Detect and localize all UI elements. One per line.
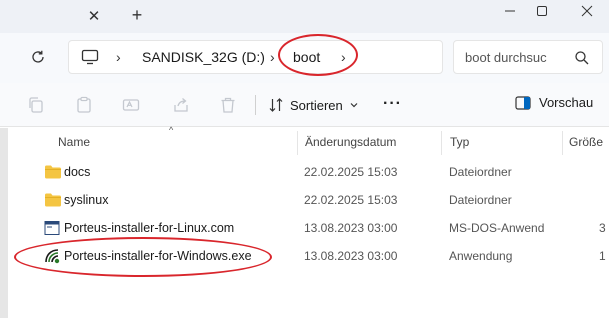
file-date: 22.02.2025 15:03 bbox=[304, 193, 398, 207]
file-date: 13.08.2023 03:00 bbox=[304, 221, 398, 235]
file-name: Porteus-installer-for-Linux.com bbox=[64, 221, 235, 235]
file-name: Porteus-installer-for-Windows.exe bbox=[64, 249, 252, 263]
file-row[interactable]: Porteus-installer-for-Linux.com 13.08.20… bbox=[30, 214, 609, 242]
address-bar[interactable]: › SANDISK_32G (D:) › boot › bbox=[68, 40, 443, 74]
chevron-right-icon[interactable]: › bbox=[341, 49, 346, 65]
copy-icon[interactable] bbox=[27, 96, 45, 114]
column-header-type[interactable]: Typ bbox=[450, 135, 469, 149]
column-divider[interactable] bbox=[297, 131, 298, 155]
folder-icon bbox=[45, 193, 61, 207]
chevron-down-icon bbox=[350, 103, 358, 108]
minimize-icon bbox=[505, 10, 515, 12]
file-size: 1 bbox=[599, 249, 606, 263]
chevron-right-icon: › bbox=[116, 49, 121, 65]
file-date: 13.08.2023 03:00 bbox=[304, 249, 398, 263]
title-bar: ✕ + bbox=[0, 0, 609, 33]
preview-button[interactable]: Vorschau bbox=[515, 95, 593, 110]
file-size: 3 bbox=[599, 221, 606, 235]
file-row[interactable]: Porteus-installer-for-Windows.exe 13.08.… bbox=[30, 242, 609, 270]
more-options-button[interactable]: ··· bbox=[383, 95, 402, 113]
monitor-icon bbox=[81, 49, 99, 70]
folder-icon bbox=[45, 165, 61, 179]
breadcrumb-boot[interactable]: boot bbox=[293, 49, 320, 65]
close-icon bbox=[581, 5, 593, 17]
file-name: syslinux bbox=[64, 193, 109, 207]
porteus-app-icon bbox=[45, 249, 60, 264]
rename-icon[interactable] bbox=[122, 96, 140, 114]
chevron-right-icon: › bbox=[270, 49, 275, 65]
toolbar-divider bbox=[255, 95, 256, 115]
window-close-button[interactable] bbox=[565, 0, 609, 22]
file-row[interactable]: docs 22.02.2025 15:03 Dateiordner bbox=[30, 158, 609, 186]
maximize-icon bbox=[537, 6, 547, 16]
file-date: 22.02.2025 15:03 bbox=[304, 165, 398, 179]
dos-app-icon bbox=[44, 221, 60, 235]
tab-close-button[interactable]: ✕ bbox=[83, 5, 105, 27]
sort-button[interactable]: Sortieren bbox=[268, 95, 359, 115]
search-icon bbox=[574, 50, 590, 71]
sort-icon bbox=[269, 98, 283, 112]
paste-icon[interactable] bbox=[75, 96, 93, 114]
file-type: Dateiordner bbox=[449, 165, 512, 179]
command-bar: Sortieren ··· Vorschau bbox=[0, 83, 609, 127]
column-header-name[interactable]: Name bbox=[58, 135, 90, 149]
column-divider[interactable] bbox=[441, 131, 442, 155]
delete-icon[interactable] bbox=[219, 96, 237, 114]
share-icon[interactable] bbox=[172, 96, 190, 114]
column-divider[interactable] bbox=[562, 131, 563, 155]
file-name: docs bbox=[64, 165, 91, 179]
sort-label: Sortieren bbox=[290, 97, 343, 113]
refresh-icon bbox=[32, 50, 44, 63]
file-type: Dateiordner bbox=[449, 193, 512, 207]
file-type: Anwendung bbox=[449, 249, 513, 263]
breadcrumb-drive[interactable]: SANDISK_32G (D:) bbox=[142, 49, 265, 65]
address-row: › SANDISK_32G (D:) › boot › boot durchsu… bbox=[0, 33, 609, 83]
column-header-date[interactable]: Änderungsdatum bbox=[305, 135, 396, 149]
navigation-pane-edge[interactable] bbox=[0, 128, 8, 318]
file-type: MS-DOS-Anwend bbox=[449, 221, 545, 235]
column-header-size[interactable]: Größe bbox=[569, 135, 603, 149]
sort-indicator-icon: ^ bbox=[169, 125, 174, 135]
maximize-button[interactable] bbox=[520, 0, 564, 22]
preview-label: Vorschau bbox=[539, 95, 594, 110]
refresh-button[interactable] bbox=[26, 45, 50, 69]
search-input[interactable]: boot durchsuc bbox=[465, 50, 547, 65]
search-box[interactable]: boot durchsuc bbox=[453, 40, 603, 74]
preview-pane-icon bbox=[515, 95, 531, 110]
new-tab-button[interactable]: + bbox=[126, 4, 148, 26]
file-row[interactable]: syslinux 22.02.2025 15:03 Dateiordner bbox=[30, 186, 609, 214]
